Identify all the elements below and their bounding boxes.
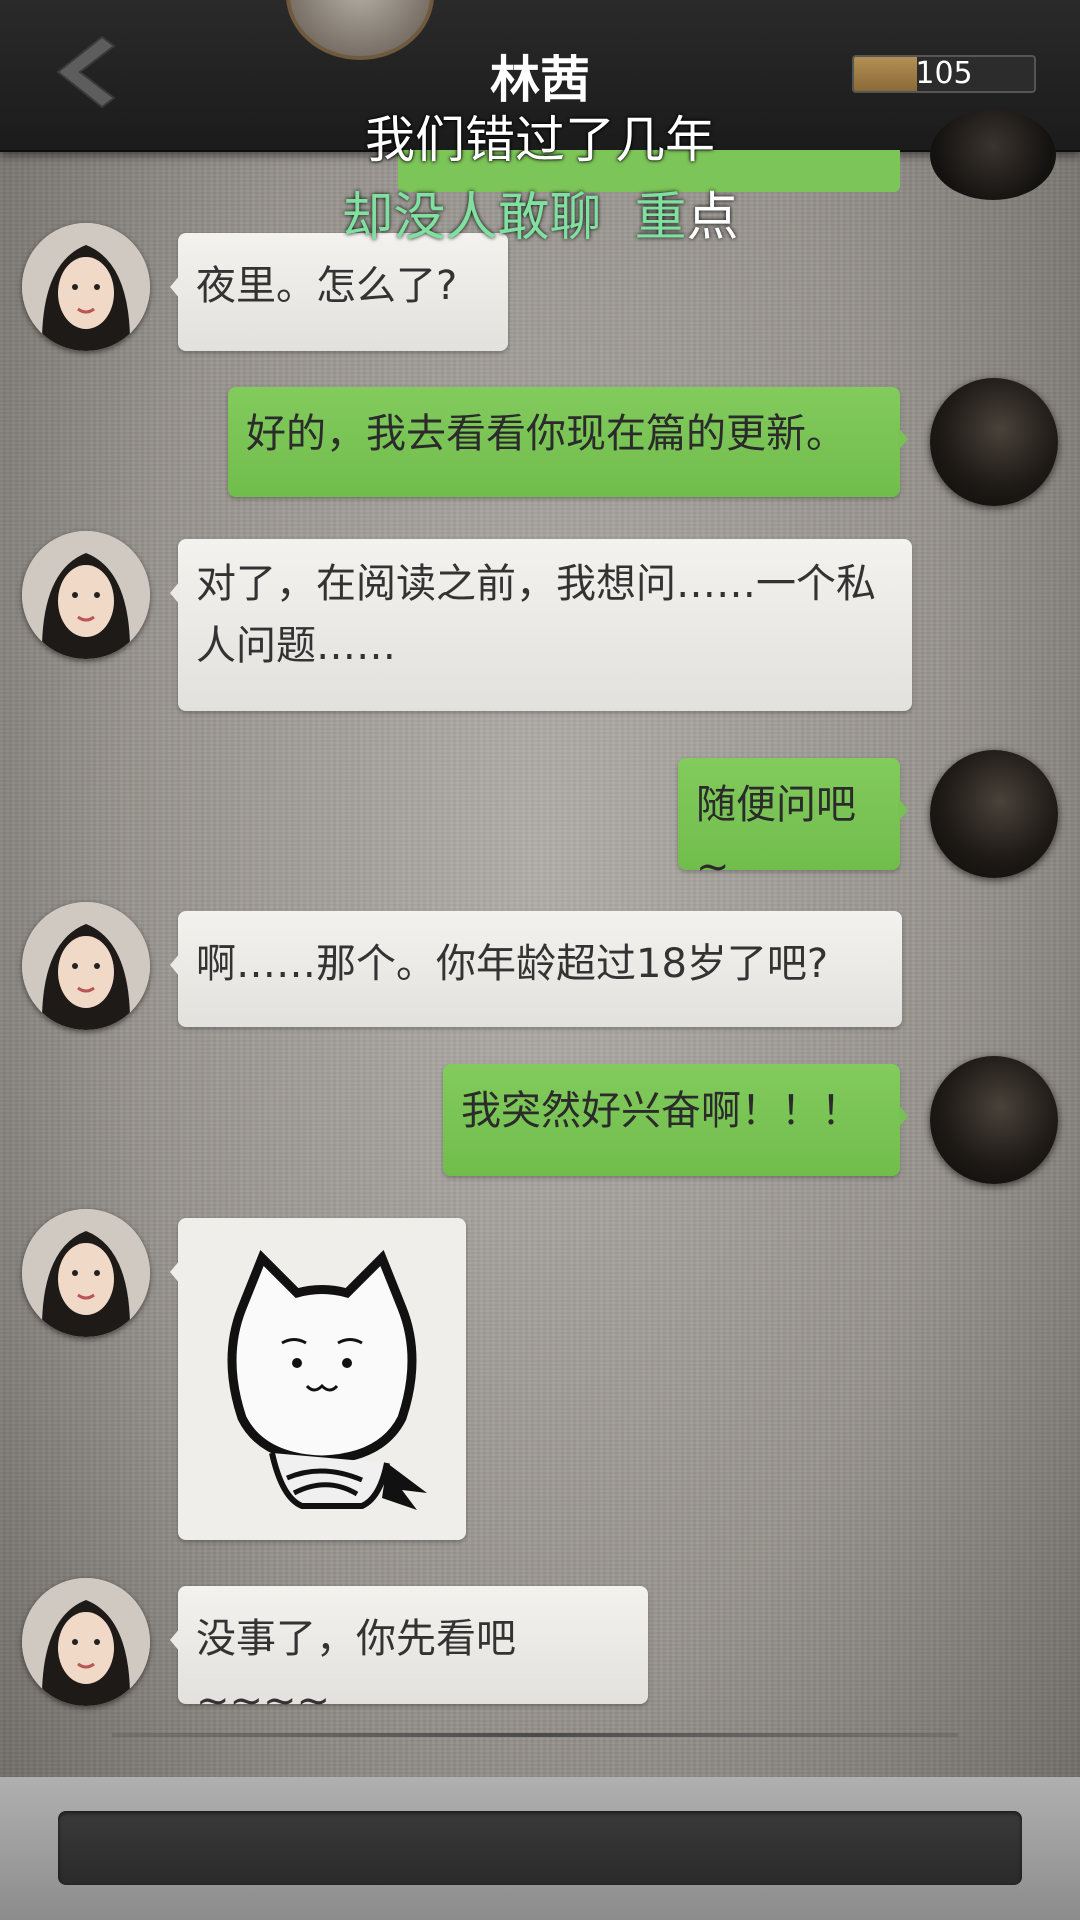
message-bubble[interactable]: 夜里。怎么了? <box>170 233 508 351</box>
user-avatar[interactable] <box>930 1056 1058 1184</box>
contact-avatar[interactable] <box>22 531 150 659</box>
user-avatar[interactable] <box>930 378 1058 506</box>
contact-avatar[interactable] <box>22 1209 150 1337</box>
cat-sticker-icon <box>227 1249 427 1510</box>
coin-counter: 105 <box>852 55 1036 93</box>
message-bubble[interactable]: 好的，我去看看你现在篇的更新。 <box>228 387 908 497</box>
caption-line-2: 却没人敢聊 重点 <box>0 175 1080 250</box>
contact-avatar[interactable] <box>22 1578 150 1706</box>
coin-count: 105 <box>915 56 973 91</box>
message-bubble[interactable]: 我突然好兴奋啊！！！ <box>443 1064 908 1176</box>
caption-line-1: 我们错过了几年 <box>365 111 715 169</box>
reply-input[interactable] <box>58 1811 1022 1885</box>
message-bubble[interactable]: 对了，在阅读之前，我想问……一个私人问题…… <box>170 539 912 711</box>
divider-line <box>112 1733 958 1737</box>
message-bubble[interactable]: 啊……那个。你年龄超过18岁了吧? <box>170 911 902 1027</box>
user-avatar[interactable] <box>930 750 1058 878</box>
message-bubble[interactable]: 没事了，你先看吧~~~~ <box>170 1586 648 1724</box>
message-bubble[interactable]: 随便问吧~ <box>678 758 908 890</box>
contact-avatar[interactable] <box>22 902 150 1030</box>
caption-white-char: 点 <box>686 188 739 248</box>
sticker-message[interactable] <box>170 1218 466 1540</box>
caption-highlight: 却没人敢聊 <box>341 188 602 248</box>
caption-green-char: 重 <box>634 188 687 248</box>
